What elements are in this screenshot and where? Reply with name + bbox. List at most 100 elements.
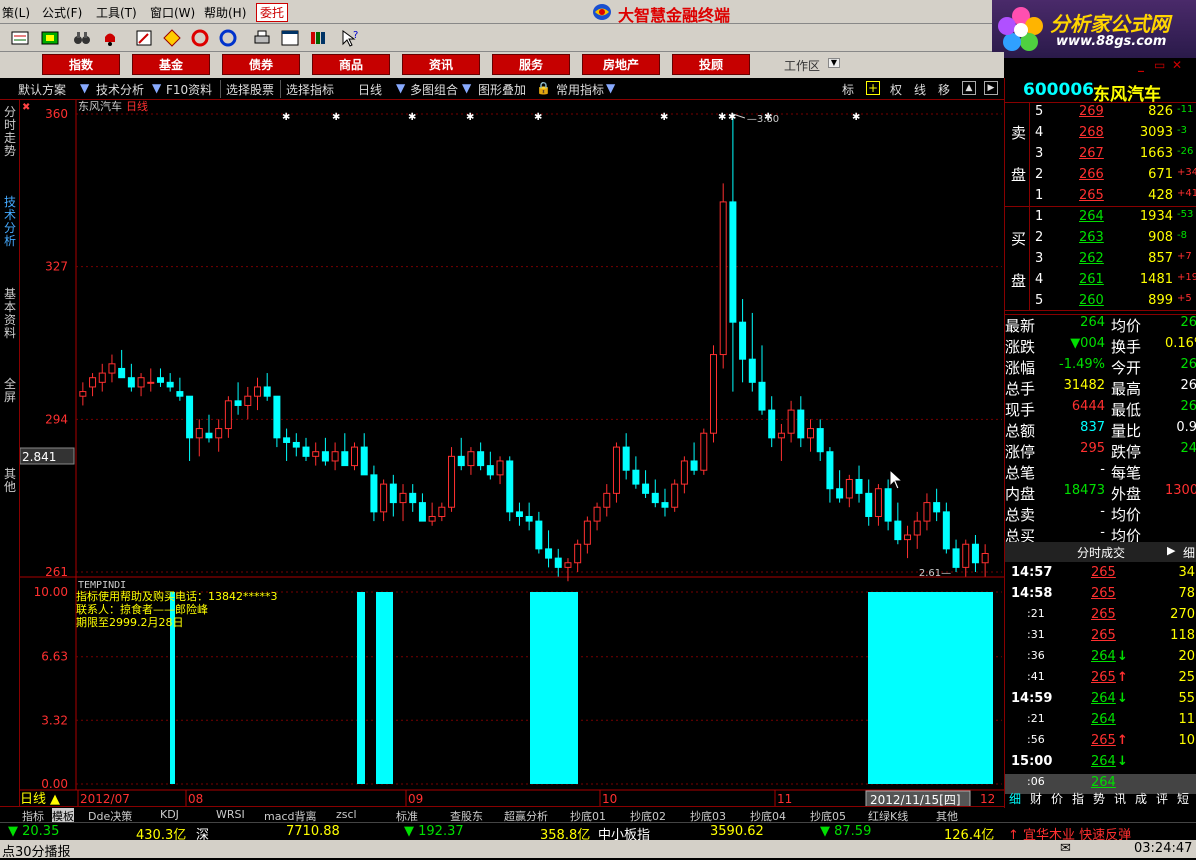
dropdown-icon[interactable]: ▼ (396, 81, 405, 95)
period-button[interactable]: 日线 (358, 81, 382, 98)
buy-price: 261 (1079, 272, 1104, 287)
right-bottom-tab[interactable]: 细 (1009, 790, 1021, 807)
x-tick-label: 2012/07 (80, 792, 130, 806)
candle-body (748, 358, 756, 383)
f10-button[interactable]: F10资料 (166, 81, 212, 98)
tick-price: 264 (1091, 691, 1116, 706)
right-bottom-tab[interactable]: 势 (1093, 790, 1105, 807)
x-period-arrow-icon[interactable]: ▲ (50, 792, 60, 807)
indicator-tab[interactable]: KDJ (160, 808, 179, 821)
quote-list-icon[interactable] (10, 28, 30, 48)
dropdown-icon[interactable]: ▼ (606, 81, 615, 95)
cat-bond-button[interactable]: 债券 (222, 54, 300, 75)
sell-change: +34 (1177, 167, 1196, 178)
right-bottom-tab[interactable]: 短 (1177, 790, 1189, 807)
tab-other[interactable]: 其他 (2, 468, 18, 494)
indicator-tab[interactable]: WRSI (216, 808, 245, 821)
flower-logo-icon (998, 7, 1043, 51)
tab-tech-analysis[interactable]: 技术分析 (2, 196, 18, 248)
candle-body (205, 432, 213, 439)
close-icon[interactable]: ✕ (1172, 58, 1182, 72)
red-ring-icon[interactable] (190, 28, 210, 48)
candle-body (341, 451, 349, 467)
tab-fullscreen[interactable]: 全屏 (2, 378, 18, 404)
move-button[interactable]: 移 (938, 81, 950, 98)
weituo-button[interactable]: 委托 (256, 3, 289, 22)
dropdown-icon[interactable]: ▼ (80, 81, 89, 95)
cat-index-button[interactable]: 指数 (42, 54, 120, 75)
menu-help[interactable]: 帮助(H) (204, 4, 246, 21)
line-button[interactable]: 线 (914, 81, 926, 98)
lock-icon[interactable]: 🔒 (536, 81, 551, 95)
kline-chart[interactable]: 东风汽车 日线✖ 3603272942612.841✱ ✱ ✱ ✱ ✱ ✱ ✱ ✱ ✱ ✱—3.602… (20, 100, 1004, 808)
right-bottom-tab[interactable]: 讯 (1114, 790, 1126, 807)
mark-button[interactable]: 标 (842, 81, 854, 98)
candle-body (884, 488, 892, 522)
cat-fund-button[interactable]: 基金 (132, 54, 210, 75)
indicator-text: 指标使用帮助及购买电话：13842*****3 (76, 589, 278, 603)
tab-intraday[interactable]: 分时走势 (2, 106, 18, 158)
binoculars-icon[interactable] (72, 28, 92, 48)
buy-level: 1 (1035, 209, 1044, 224)
signal-marker: ✱ (852, 112, 860, 123)
ticks-detail-label: 细 (1183, 546, 1196, 560)
pencil-icon[interactable] (134, 28, 154, 48)
indicator-tab[interactable]: zscl (336, 808, 357, 821)
sell-price: 268 (1079, 125, 1104, 140)
menu-window[interactable]: 窗口(W) (150, 4, 195, 21)
common-indicators-button[interactable]: 常用指标 (556, 81, 604, 98)
cat-advisor-button[interactable]: 投顾 (672, 54, 750, 75)
right-bottom-tab[interactable]: 指 (1072, 790, 1084, 807)
select-stock-button[interactable]: 选择股票 (226, 81, 274, 98)
ticks-expand-icon[interactable]: ▶ (1167, 544, 1175, 557)
minimize-icon[interactable]: _ (1138, 58, 1144, 72)
tick-price: 265 (1091, 628, 1116, 643)
candle-body (389, 483, 397, 504)
rights-button[interactable]: 权 (890, 81, 902, 98)
mail-icon[interactable]: ✉ (1060, 841, 1071, 856)
candle-body (457, 455, 465, 467)
overlay-button[interactable]: 图形叠加 (478, 81, 526, 98)
dropdown-icon[interactable]: ▼ (462, 81, 471, 95)
cat-service-button[interactable]: 服务 (492, 54, 570, 75)
candle-body (700, 432, 708, 471)
menu-tools[interactable]: 工具(T) (96, 4, 137, 21)
dropdown-icon[interactable]: ▼ (152, 81, 161, 95)
help-cursor-icon[interactable]: ? (340, 28, 360, 48)
tick-arrow-icon: ↓ (1117, 649, 1128, 664)
chart-icon[interactable] (40, 28, 60, 48)
print-icon[interactable] (252, 28, 272, 48)
x-period-label: 日线 (20, 792, 46, 807)
tech-analysis-button[interactable]: 技术分析 (96, 81, 144, 98)
restore-icon[interactable]: ▭ (1154, 58, 1165, 72)
cat-realestate-button[interactable]: 房地产 (582, 54, 660, 75)
chart-close-icon[interactable]: ✖ (22, 102, 30, 113)
sell-level: 1 (1035, 188, 1044, 203)
right-bottom-tab[interactable]: 成 (1135, 790, 1147, 807)
alert-bell-icon[interactable] (100, 28, 120, 48)
expand-icon[interactable]: ▲ (962, 81, 976, 95)
next-icon[interactable]: ▶ (984, 81, 998, 95)
index-ticker-item: ▼ 87.59 (820, 824, 872, 839)
right-bottom-tab[interactable]: 价 (1051, 790, 1063, 807)
tick-volume: 10 (1178, 733, 1195, 748)
cat-commodity-button[interactable]: 商品 (312, 54, 390, 75)
select-indicator-button[interactable]: 选择指标 (286, 81, 334, 98)
default-scheme-button[interactable]: 默认方案 (18, 81, 66, 98)
menu-strategy[interactable]: 策(L) (2, 4, 30, 21)
books-icon[interactable] (308, 28, 328, 48)
workarea-dropdown-icon[interactable]: ▼ (828, 58, 840, 68)
blue-ring-icon[interactable] (218, 28, 238, 48)
crosshair-icon[interactable]: + (866, 81, 880, 95)
window-icon[interactable] (280, 28, 300, 48)
tick-volume: 11 (1178, 712, 1195, 727)
right-bottom-tab[interactable]: 评 (1156, 790, 1168, 807)
tab-basic-info[interactable]: 基本资料 (2, 288, 18, 340)
menu-formula[interactable]: 公式(F) (42, 4, 82, 21)
workarea-label[interactable]: 工作区 (784, 57, 820, 74)
tick-time: 14:57 (1011, 565, 1053, 580)
cat-news-button[interactable]: 资讯 (402, 54, 480, 75)
multi-chart-button[interactable]: 多图组合 (410, 81, 458, 98)
right-bottom-tab[interactable]: 财 (1030, 790, 1042, 807)
diamond-icon[interactable] (162, 28, 182, 48)
